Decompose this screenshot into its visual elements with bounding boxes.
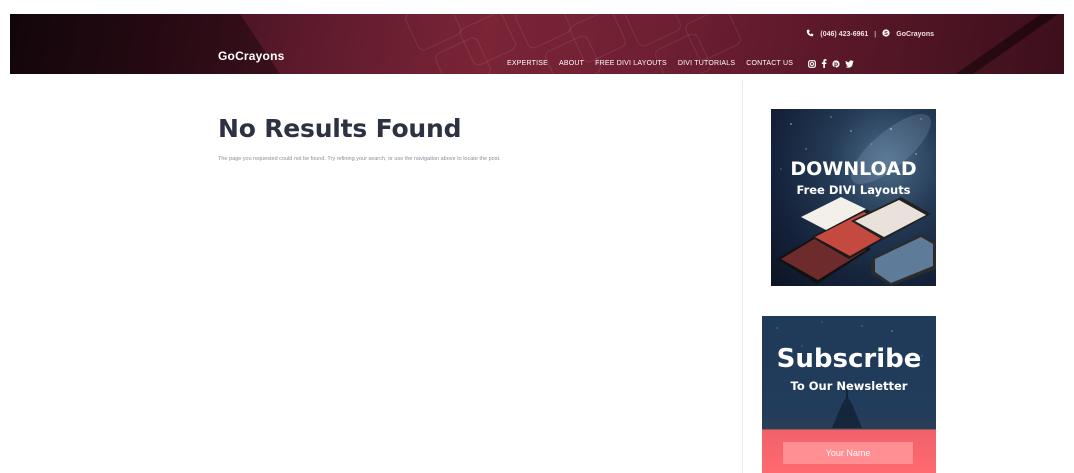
newsletter-name-input[interactable] — [783, 442, 913, 464]
newsletter-subscribe-widget: Subscribe To Our Newsletter — [762, 316, 936, 473]
nav-about[interactable]: ABOUT — [559, 60, 584, 67]
site-logo[interactable]: GoCrayons — [218, 49, 284, 63]
svg-text:S: S — [884, 31, 888, 37]
twitter-icon[interactable] — [845, 59, 854, 68]
contact-separator: | — [874, 30, 877, 38]
contact-bar: (046) 423-6961 | S GoCrayons — [806, 29, 934, 39]
facebook-icon[interactable] — [821, 59, 827, 68]
download-title: DOWNLOAD — [790, 158, 917, 180]
nav-divi-tutorials[interactable]: DIVI TUTORIALS — [678, 60, 735, 67]
phone-number[interactable]: (046) 423-6961 — [820, 31, 868, 38]
skype-icon: S — [882, 29, 890, 39]
social-links: p — [808, 59, 854, 68]
svg-text:p: p — [834, 61, 838, 68]
page-title: No Results Found — [218, 114, 462, 143]
skype-handle[interactable]: GoCrayons — [896, 31, 934, 38]
nav-free-divi-layouts[interactable]: FREE DIVI LAYOUTS — [595, 60, 667, 67]
phone-icon — [806, 29, 814, 39]
main-nav: EXPERTISE ABOUT FREE DIVI LAYOUTS DIVI T… — [507, 59, 854, 68]
nav-expertise[interactable]: EXPERTISE — [507, 60, 548, 67]
pinterest-icon[interactable]: p — [832, 59, 840, 68]
download-layouts-banner[interactable]: DOWNLOAD Free DIVI Layouts — [771, 109, 936, 286]
instagram-icon[interactable] — [808, 59, 816, 68]
galaxy-mockups-graphic — [777, 114, 936, 286]
not-found-message: The page you requested could not be foun… — [218, 156, 501, 162]
download-subtitle: Free DIVI Layouts — [796, 183, 911, 197]
sidebar-divider — [742, 80, 743, 473]
subscribe-subtitle: To Our Newsletter — [790, 379, 908, 393]
subscribe-title: Subscribe — [776, 344, 922, 374]
site-header: GoCrayons (046) 423-6961 | S GoCrayons E… — [10, 14, 1064, 74]
nav-contact-us[interactable]: CONTACT US — [746, 60, 793, 67]
